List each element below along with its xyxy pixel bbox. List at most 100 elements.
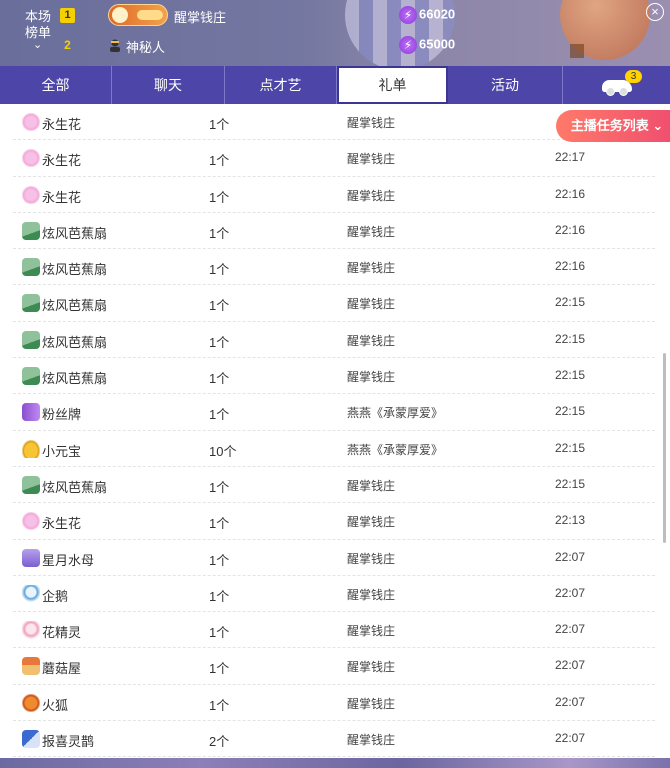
gift-time: 22:16 [555, 186, 586, 201]
gift-quantity: 2个 [209, 734, 230, 750]
gift-quantity: 1个 [209, 371, 230, 387]
flower-icon [22, 149, 40, 168]
gift-time: 22:07 [555, 622, 586, 637]
flower-icon [22, 185, 40, 204]
gift-sender[interactable]: 醒掌钱庄 [347, 513, 395, 530]
gift-name: 炫风芭蕉扇 [42, 262, 108, 278]
gift-quantity: 1个 [209, 334, 230, 350]
gift-name: 炫风芭蕉扇 [42, 225, 108, 241]
mystery-user-icon [110, 39, 120, 52]
gift-name: 永生花 [42, 516, 82, 532]
gift-row: 永生花 1个 醒掌钱庄 22:16 [13, 177, 655, 213]
rank-user-name-1[interactable]: 醒掌钱庄 [174, 7, 226, 26]
scrollbar[interactable] [663, 353, 666, 543]
tab-all[interactable]: 全部 [0, 66, 112, 104]
gift-time: 22:15 [555, 331, 586, 346]
gift-name: 报喜灵鹊 [42, 734, 95, 750]
gift-time: 22:07 [555, 549, 586, 564]
gift-quantity: 1个 [209, 189, 230, 205]
gift-sender[interactable]: 醒掌钱庄 [347, 295, 395, 312]
gift-sender[interactable]: 醒掌钱庄 [347, 368, 395, 385]
ranking-title: 本场榜单 [24, 9, 51, 40]
gift-row: 炫风芭蕉扇 1个 醒掌钱庄 22:15 [13, 322, 655, 359]
gift-list: 永生花 1个 醒掌钱庄 永生花 1个 醒掌钱庄 22:17 永生花 1个 醒掌钱庄 22:16 炫风芭… [13, 104, 655, 758]
gift-quantity: 1个 [209, 117, 230, 132]
gift-sender[interactable]: 醒掌钱庄 [347, 223, 395, 240]
gift-time: 22:07 [555, 694, 586, 709]
gold-ingot-icon [22, 439, 40, 458]
lightning-icon: ⚡ [399, 6, 417, 24]
gift-quantity: 10个 [209, 443, 237, 459]
gift-name: 火狐 [42, 697, 69, 713]
streamer-task-list-button[interactable]: 主播任务列表 ⌄ [556, 110, 670, 142]
mushroom-house-icon [22, 657, 40, 676]
tab-chat[interactable]: 聊天 [112, 66, 225, 104]
tab-car[interactable] [563, 66, 670, 104]
gift-quantity: 1个 [209, 697, 230, 713]
gift-sender[interactable]: 醒掌钱庄 [347, 477, 395, 494]
rank-number-2: 2 [64, 38, 71, 52]
gift-quantity: 1个 [209, 407, 230, 423]
banana-fan-icon [22, 294, 40, 313]
gift-row: 小元宝 10个 燕燕《承蒙厚爱》 22:15 [13, 431, 655, 467]
rank-score-value-1: 66020 [419, 6, 456, 22]
gift-name: 永生花 [42, 153, 82, 169]
tab-gift-list[interactable]: 礼单 [337, 66, 448, 104]
gift-quantity: 1个 [209, 479, 230, 495]
rank-number-1: 1 [60, 8, 75, 23]
banana-fan-icon [22, 475, 40, 494]
gift-row: 报喜灵鹊 2个 醒掌钱庄 22:07 [13, 721, 655, 758]
tab-activity[interactable]: 活动 [448, 66, 563, 104]
close-icon[interactable]: × [646, 3, 664, 21]
gift-time: 22:16 [555, 259, 586, 274]
gift-sender[interactable]: 燕燕《承蒙厚爱》 [347, 441, 443, 458]
gift-quantity: 1个 [209, 153, 230, 169]
gift-row: 永生花 1个 醒掌钱庄 22:13 [13, 503, 655, 540]
gift-name: 炫风芭蕉扇 [42, 334, 108, 350]
penguin-icon [22, 584, 40, 603]
lightning-icon: ⚡ [399, 36, 417, 54]
gift-sender[interactable]: 醒掌钱庄 [347, 622, 395, 639]
gift-quantity: 1个 [209, 225, 230, 241]
gift-row: 企鹅 1个 醒掌钱庄 22:07 [13, 576, 655, 613]
gift-time: 22:07 [555, 658, 586, 673]
gift-sender[interactable]: 醒掌钱庄 [347, 550, 395, 567]
gift-sender[interactable]: 醒掌钱庄 [347, 731, 395, 748]
gift-quantity: 1个 [209, 298, 230, 314]
bottom-decoration [0, 758, 670, 768]
chevron-down-icon[interactable]: ⌄ [33, 38, 42, 51]
gift-name: 炫风芭蕉扇 [42, 479, 108, 495]
gift-row: 蘑菇屋 1个 醒掌钱庄 22:07 [13, 648, 655, 685]
gift-time: 22:07 [555, 585, 586, 600]
gift-quantity: 1个 [209, 588, 230, 604]
tab-talent-request[interactable]: 点才艺 [225, 66, 337, 104]
gift-time: 22:15 [555, 368, 586, 383]
gift-name: 小元宝 [42, 443, 82, 459]
flower-icon [22, 113, 40, 131]
gift-sender[interactable]: 燕燕《承蒙厚爱》 [347, 404, 443, 421]
gift-name: 永生花 [42, 189, 82, 205]
rank-score-1: ⚡ 66020 [399, 6, 455, 24]
gift-quantity: 1个 [209, 552, 230, 568]
gift-row: 星月水母 1个 醒掌钱庄 22:07 [13, 540, 655, 576]
gift-time: 22:16 [555, 222, 586, 237]
gift-sender[interactable]: 醒掌钱庄 [347, 332, 395, 349]
gift-sender[interactable]: 醒掌钱庄 [347, 658, 395, 675]
gift-sender[interactable]: 醒掌钱庄 [347, 586, 395, 603]
rank-user-name-2[interactable]: 神秘人 [126, 37, 165, 56]
gift-list-panel: 永生花 1个 醒掌钱庄 永生花 1个 醒掌钱庄 22:17 永生花 1个 醒掌钱庄 22:16 炫风芭… [0, 104, 670, 758]
gift-sender[interactable]: 醒掌钱庄 [347, 150, 395, 167]
gift-quantity: 1个 [209, 661, 230, 677]
gift-sender[interactable]: 醒掌钱庄 [347, 114, 395, 131]
gift-row: 炫风芭蕉扇 1个 醒掌钱庄 22:15 [13, 467, 655, 504]
gift-sender[interactable]: 醒掌钱庄 [347, 695, 395, 712]
gift-sender[interactable]: 醒掌钱庄 [347, 187, 395, 204]
gift-row: 火狐 1个 醒掌钱庄 22:07 [13, 685, 655, 722]
gift-sender[interactable]: 醒掌钱庄 [347, 259, 395, 276]
gift-quantity: 1个 [209, 625, 230, 641]
rank-score-2: ⚡ 65000 [399, 36, 455, 54]
gift-name: 花精灵 [42, 625, 82, 641]
gift-time: 22:15 [555, 404, 586, 419]
flower-sprite-icon [22, 621, 40, 640]
gift-time: 22:15 [555, 295, 586, 310]
